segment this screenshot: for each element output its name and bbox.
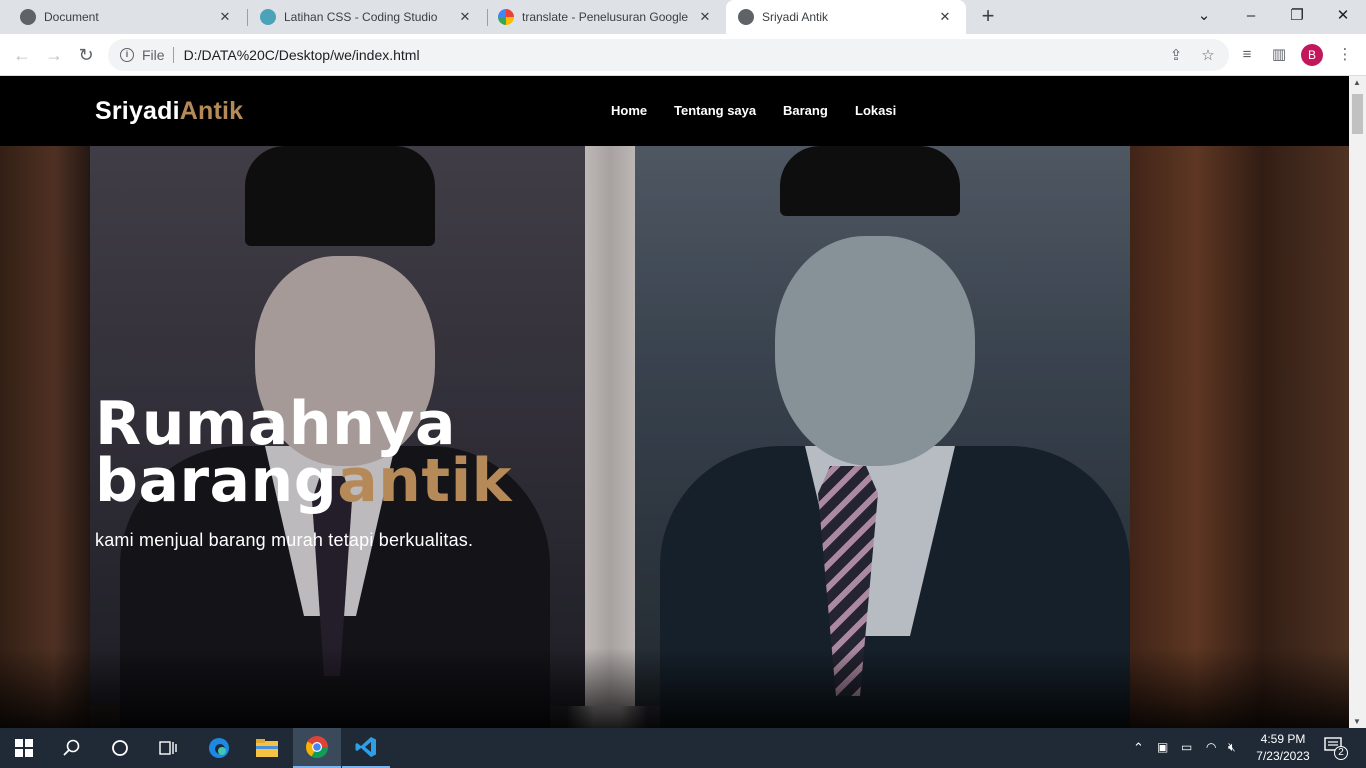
menu-kebab-icon[interactable]: ⋮ (1332, 42, 1358, 68)
hero-title: Rumahnya barangantik (95, 394, 512, 511)
windows-start-icon[interactable] (0, 728, 48, 768)
hero-bottom-shadow (0, 648, 1349, 728)
profile-avatar[interactable]: B (1301, 44, 1323, 66)
scroll-thumb[interactable] (1352, 94, 1363, 134)
search-icon[interactable] (48, 728, 96, 768)
address-bar[interactable]: i File D:/DATA%20C/Desktop/we/index.html… (108, 39, 1229, 71)
reload-icon[interactable]: ↻ (73, 42, 99, 68)
scheme-label: File (142, 47, 165, 63)
vscode-icon[interactable] (342, 728, 390, 768)
forward-icon[interactable]: → (41, 42, 67, 68)
globe-icon (738, 9, 754, 25)
window-close-icon[interactable]: ✕ (1320, 0, 1366, 34)
new-tab-icon[interactable]: + (976, 5, 1000, 29)
show-hidden-icons-icon[interactable]: ⌃ (1133, 740, 1144, 756)
page-viewport: SriyadiAntik Home Tentang saya Barang Lo… (0, 76, 1349, 728)
tab-title: Document (44, 10, 99, 24)
tab-title: translate - Penelusuran Google (522, 10, 689, 24)
side-panel-icon[interactable]: ▥ (1266, 42, 1292, 68)
hero-section: Rumahnya barangantik kami menjual barang… (0, 146, 1349, 728)
minimize-icon[interactable]: – (1228, 0, 1274, 34)
close-icon[interactable]: ✕ (696, 9, 714, 25)
hero-title-accent: antik (337, 446, 513, 516)
nav-link-barang[interactable]: Barang (783, 103, 828, 118)
volume-muted-icon[interactable]: 🔇︎ (1228, 740, 1236, 755)
restore-icon[interactable]: ❐ (1274, 0, 1320, 34)
close-icon[interactable]: ✕ (216, 9, 234, 25)
tab-search-icon[interactable]: ⌄ (1181, 0, 1227, 34)
windows-taskbar: ⌃ ▣ ▭ ◠ 🔇︎ 4:59 PM 7/23/2023 2 (0, 728, 1366, 768)
site-navbar: SriyadiAntik Home Tentang saya Barang Lo… (0, 76, 1349, 146)
clock-date: 7/23/2023 (1256, 749, 1310, 763)
page-scrollbar[interactable]: ▲ ▼ (1349, 76, 1366, 728)
google-icon (498, 9, 514, 25)
notification-center-icon[interactable]: 2 (1324, 737, 1348, 760)
tab-strip: Document ✕ Latihan CSS - Coding Studio ✕… (0, 0, 1366, 34)
url-text[interactable]: D:/DATA%20C/Desktop/we/index.html (184, 47, 420, 63)
clock-time: 4:59 PM (1260, 732, 1306, 746)
security-icon[interactable]: ▣ (1157, 740, 1168, 754)
chrome-icon[interactable] (293, 728, 341, 768)
divider (172, 47, 174, 63)
notification-count-badge: 2 (1334, 746, 1348, 760)
globe-icon (20, 9, 36, 25)
hero-subtitle: kami menjual barang murah tetapi berkual… (95, 530, 474, 550)
reading-list-icon[interactable]: ≡ (1234, 42, 1260, 68)
task-view-icon[interactable] (144, 728, 192, 768)
nav-link-home[interactable]: Home (611, 103, 647, 118)
logo-accent: Antik (179, 97, 244, 125)
edge-icon[interactable] (195, 728, 243, 768)
system-clock[interactable]: 4:59 PM 7/23/2023 (1252, 731, 1314, 765)
bookmark-star-icon[interactable]: ☆ (1197, 45, 1219, 67)
close-icon[interactable]: ✕ (456, 9, 474, 25)
nav-link-tentang-saya[interactable]: Tentang saya (674, 103, 756, 118)
tab-title: Sriyadi Antik (762, 10, 829, 24)
tab-latihan-css[interactable]: Latihan CSS - Coding Studio ✕ (248, 0, 486, 34)
share-icon[interactable]: ⇪ (1165, 45, 1187, 67)
hero-title-main: barang (95, 446, 338, 516)
tab-title: Latihan CSS - Coding Studio (284, 10, 438, 24)
scroll-up-icon[interactable]: ▲ (1353, 78, 1361, 87)
site-logo[interactable]: SriyadiAntik (95, 97, 243, 126)
tab-document[interactable]: Document ✕ (0, 0, 246, 34)
tab-sriyadi-antik[interactable]: Sriyadi Antik ✕ (726, 0, 966, 34)
file-explorer-icon[interactable] (243, 728, 291, 768)
coding-studio-icon (260, 9, 276, 25)
nav-link-lokasi[interactable]: Lokasi (855, 103, 896, 118)
info-icon[interactable]: i (120, 48, 134, 62)
back-icon[interactable]: ← (9, 42, 35, 68)
scroll-down-icon[interactable]: ▼ (1353, 717, 1361, 726)
battery-icon[interactable]: ▭ (1181, 740, 1192, 754)
close-icon[interactable]: ✕ (936, 9, 954, 25)
wifi-icon[interactable]: ◠ (1206, 740, 1216, 754)
logo-main: Sriyadi (95, 97, 180, 125)
tab-translate[interactable]: translate - Penelusuran Google ✕ (488, 0, 726, 34)
browser-toolbar: ← → ↻ i File D:/DATA%20C/Desktop/we/inde… (0, 34, 1366, 76)
cortana-icon[interactable] (96, 728, 144, 768)
